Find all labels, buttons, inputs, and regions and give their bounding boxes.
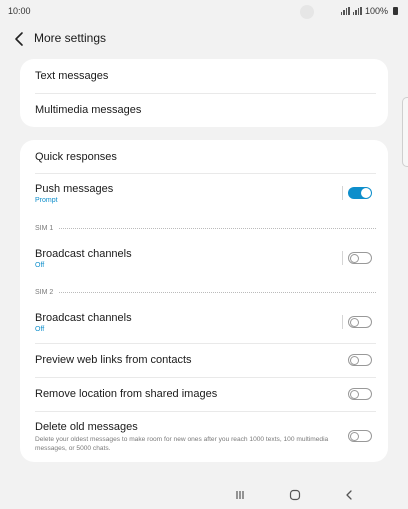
battery-percent: 100% [364,6,388,16]
multimedia-messages-item[interactable]: Multimedia messages [20,94,388,127]
sim1-broadcast-channels-item[interactable]: Broadcast channels Off [20,237,388,275]
text-messages-item[interactable]: Text messages [20,59,388,93]
sim2-broadcast-channels-item[interactable]: Broadcast channels Off [20,301,388,343]
advanced-settings-card: Quick responses Push messages Prompt SIM… [20,140,388,462]
text-messages-label: Text messages [35,70,109,82]
status-bar: 10:00 100% [0,0,408,24]
delete-old-messages-item[interactable]: Delete old messages Delete your oldest m… [20,412,388,460]
push-messages-item[interactable]: Push messages Prompt [20,174,388,210]
toggle-knob [350,355,359,365]
home-icon[interactable] [288,488,302,502]
toggle-knob [350,317,359,327]
sim1-section-header: SIM 1 [35,223,376,233]
remove-location-label: Remove location from shared images [35,388,218,400]
quick-responses-label: Quick responses [35,151,117,163]
preview-web-links-label: Preview web links from contacts [35,354,192,366]
remove-location-item[interactable]: Remove location from shared images [20,378,388,411]
push-messages-toggle[interactable] [348,187,372,199]
sim2-broadcast-status: Off [35,326,45,333]
delete-old-messages-label: Delete old messages [35,421,138,433]
preview-web-links-item[interactable]: Preview web links from contacts [20,344,388,377]
back-arrow-icon[interactable] [10,29,30,49]
sim1-broadcast-status: Off [35,262,45,269]
multimedia-messages-label: Multimedia messages [35,104,142,116]
edge-panel-handle[interactable] [402,97,408,167]
toggle-knob [361,188,371,198]
dotted-divider [59,227,376,229]
status-time: 10:00 [8,6,31,16]
page-title: More settings [34,31,107,45]
divider-vertical [342,186,343,200]
sim2-section-header: SIM 2 [35,287,376,297]
dotted-divider [59,291,376,293]
delete-old-messages-description: Delete your oldest messages to make room… [35,436,329,452]
messages-settings-card: Text messages Multimedia messages [20,59,388,127]
battery-icon [393,7,398,15]
push-messages-status: Prompt [35,197,58,204]
sim1-broadcast-label: Broadcast channels [35,248,132,260]
status-icons: 100% [340,6,398,16]
sim2-broadcast-toggle[interactable] [348,316,372,328]
signal-icon [340,7,350,15]
signal-icon-sim2 [352,7,362,15]
push-messages-label: Push messages [35,183,114,195]
quick-responses-item[interactable]: Quick responses [20,140,388,173]
delete-old-messages-toggle[interactable] [348,430,372,442]
sim1-broadcast-toggle[interactable] [348,252,372,264]
divider-vertical [342,251,343,265]
sim2-label: SIM 2 [35,288,54,296]
toggle-knob [350,253,359,263]
front-camera-icon [300,5,314,19]
preview-web-links-toggle[interactable] [348,354,372,366]
app-header: More settings [0,26,408,52]
toggle-knob [350,431,359,441]
remove-location-toggle[interactable] [348,388,372,400]
recent-apps-icon[interactable] [233,488,247,502]
back-icon[interactable] [342,488,356,502]
sim1-label: SIM 1 [35,224,54,232]
navigation-bar [0,482,408,508]
divider-vertical [342,315,343,329]
sim2-broadcast-label: Broadcast channels [35,312,132,324]
toggle-knob [350,389,359,399]
